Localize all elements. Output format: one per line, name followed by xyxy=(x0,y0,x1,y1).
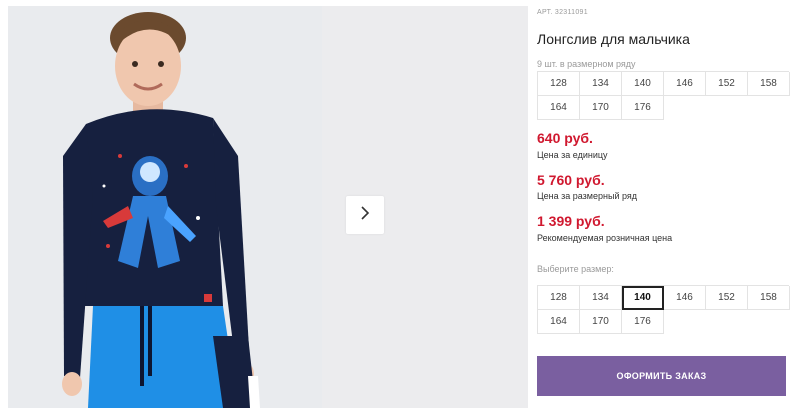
next-image-button[interactable] xyxy=(346,196,384,234)
size-select-label: Выберите размер: xyxy=(537,264,614,274)
series-price-label: Цена за размерный ряд xyxy=(537,191,638,201)
series-size-grid: 128 134 140 146 152 158 164 170 176 xyxy=(537,71,790,120)
series-size-cell: 164 xyxy=(538,96,580,120)
size-option[interactable]: 128 xyxy=(538,286,580,310)
series-price: 5 760 руб. xyxy=(537,172,605,188)
product-gallery xyxy=(0,0,528,408)
series-size-cell: 146 xyxy=(664,72,706,96)
series-size-cell: 140 xyxy=(622,72,664,96)
place-order-button[interactable]: ОФОРМИТЬ ЗАКАЗ xyxy=(537,356,786,396)
unit-price: 640 руб. xyxy=(537,130,593,146)
series-size-cell: 134 xyxy=(580,72,622,96)
retail-price-label: Рекомендуемая розничная цена xyxy=(537,233,673,243)
series-size-cell: 152 xyxy=(706,72,748,96)
chevron-right-icon xyxy=(359,205,371,226)
series-size-cell: 128 xyxy=(538,72,580,96)
product-title: Лонгслив для мальчика xyxy=(537,31,690,47)
product-info: АРТ. 32311091 Лонгслив для мальчика 9 шт… xyxy=(537,0,800,408)
series-size-cell: 170 xyxy=(580,96,622,120)
size-option[interactable]: 170 xyxy=(580,310,622,334)
size-option[interactable]: 146 xyxy=(664,286,706,310)
retail-price: 1 399 руб. xyxy=(537,213,605,229)
product-photo-illustration xyxy=(8,6,322,408)
product-photo[interactable] xyxy=(8,6,322,408)
size-option[interactable]: 158 xyxy=(748,286,790,310)
series-size-cell: 176 xyxy=(622,96,664,120)
article-number: АРТ. 32311091 xyxy=(537,9,588,16)
series-hint: 9 шт. в размерном ряду xyxy=(537,59,636,69)
size-option[interactable]: 176 xyxy=(622,310,664,334)
size-option[interactable]: 164 xyxy=(538,310,580,334)
size-selector: 128 134 140 146 152 158 164 170 176 xyxy=(537,285,790,334)
size-option[interactable]: 134 xyxy=(580,286,622,310)
unit-price-label: Цена за единицу xyxy=(537,150,608,160)
series-size-cell: 158 xyxy=(748,72,790,96)
size-option[interactable]: 152 xyxy=(706,286,748,310)
size-option-selected[interactable]: 140 xyxy=(622,286,664,310)
